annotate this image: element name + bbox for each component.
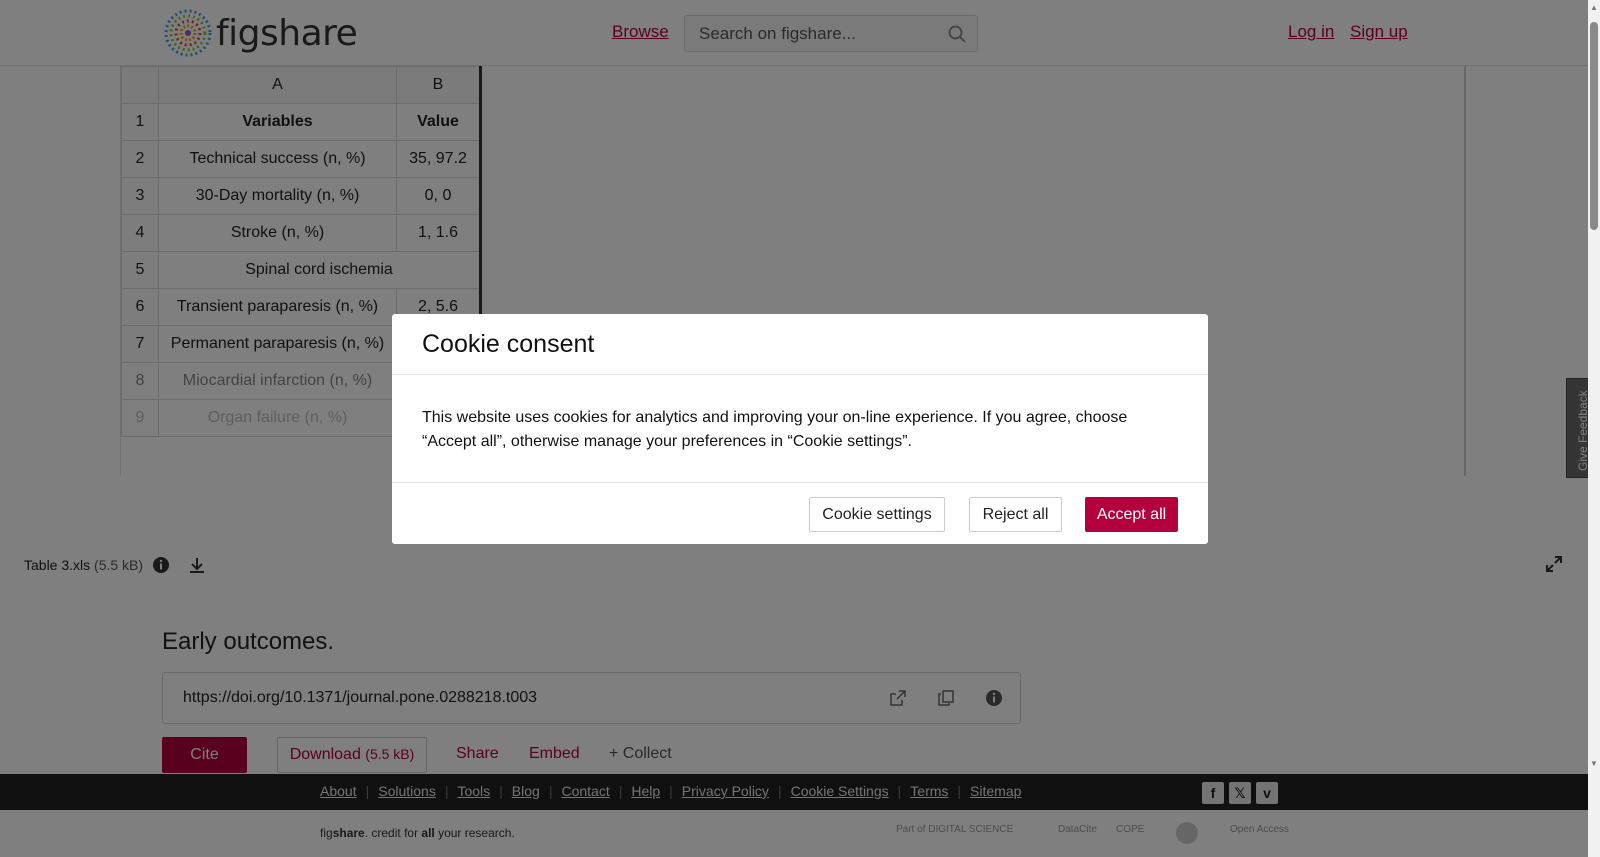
cookie-consent-dialog: Cookie consent This website uses cookies… — [392, 314, 1208, 544]
accept-all-button[interactable]: Accept all — [1085, 497, 1178, 532]
cookie-settings-button[interactable]: Cookie settings — [809, 497, 945, 532]
dialog-divider — [392, 374, 1208, 375]
reject-all-button[interactable]: Reject all — [969, 497, 1062, 532]
cookie-dialog-title: Cookie consent — [422, 330, 595, 358]
scroll-down-icon[interactable]: ▼ — [1590, 760, 1598, 768]
page-scrollbar[interactable]: ▲ ▼ — [1588, 0, 1600, 857]
scrollbar-thumb[interactable] — [1590, 22, 1598, 230]
cookie-dialog-body: This website uses cookies for analytics … — [422, 409, 1128, 450]
dialog-divider — [392, 482, 1208, 483]
scroll-up-icon[interactable]: ▲ — [1590, 4, 1598, 12]
